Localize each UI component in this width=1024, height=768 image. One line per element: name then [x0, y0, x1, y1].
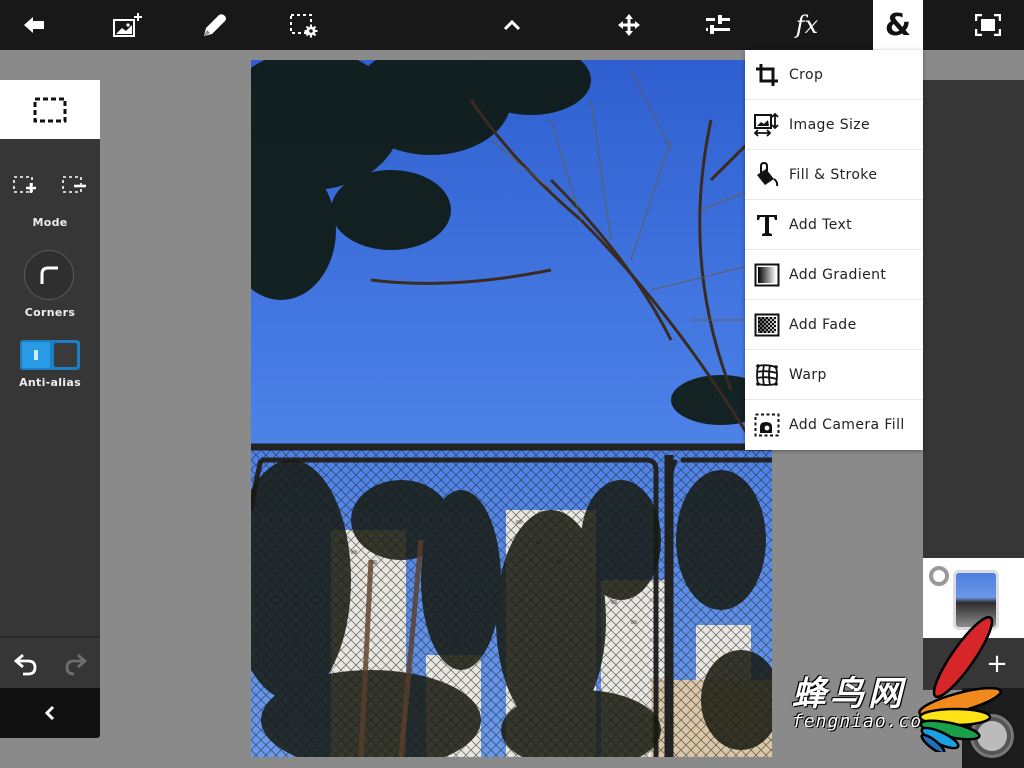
top-toolbar: fx &: [0, 0, 1024, 50]
toggle-on-state: [22, 342, 50, 368]
watermark-logo-icon: [918, 615, 1002, 752]
chevron-up-icon: [503, 19, 521, 31]
rectangle-select-tool[interactable]: [0, 80, 100, 139]
crop-icon: [754, 62, 780, 88]
antialias-toggle[interactable]: [20, 340, 80, 370]
menu-item-label: Warp: [789, 366, 827, 383]
menu-item-add-gradient[interactable]: Add Gradient: [745, 250, 923, 300]
menu-item-crop[interactable]: Crop: [745, 50, 923, 100]
corners-button[interactable]: [24, 250, 74, 300]
image-canvas[interactable]: [251, 60, 772, 757]
rectangle-select-icon: [33, 97, 67, 122]
camera-fill-icon: [754, 412, 780, 438]
menu-item-label: Image Size: [789, 116, 871, 133]
selection-add-icon: [13, 176, 36, 193]
menu-item-image-size[interactable]: Image Size: [745, 100, 923, 150]
back-button[interactable]: [10, 0, 60, 50]
corners-label: Corners: [24, 306, 76, 319]
draw-button[interactable]: [190, 0, 240, 50]
watermark: 蜂鸟网 fengniao.com: [792, 676, 934, 732]
move-icon: [618, 14, 640, 36]
menu-item-label: Add Gradient: [789, 266, 887, 283]
redo-icon: [65, 654, 87, 676]
divider: [0, 636, 100, 638]
watermark-url: fengniao.com: [792, 711, 935, 732]
fullscreen-button[interactable]: [963, 0, 1013, 50]
add-image-button[interactable]: [103, 0, 153, 50]
sliders-icon: [706, 15, 730, 34]
effects-button[interactable]: fx: [782, 0, 832, 50]
menu-item-fill-stroke[interactable]: Fill & Stroke: [745, 150, 923, 200]
layer-selected-radio[interactable]: [929, 566, 949, 586]
selection-settings-icon: [290, 14, 318, 38]
undo-icon: [14, 654, 37, 676]
antialias-label: Anti-alias: [19, 376, 81, 389]
text-icon: [754, 212, 780, 238]
back-icon: [24, 17, 44, 33]
selection-settings-button[interactable]: [279, 0, 329, 50]
mode-label: Mode: [32, 216, 68, 229]
watermark-chinese: 蜂鸟网: [792, 674, 906, 714]
menu-item-add-camera-fill[interactable]: Add Camera Fill: [745, 400, 923, 450]
collapse-toolbar-button[interactable]: [487, 0, 537, 50]
menu-item-warp[interactable]: Warp: [745, 350, 923, 400]
gradient-icon: [754, 262, 780, 288]
fx-icon: fx: [795, 11, 819, 39]
menu-item-label: Add Camera Fill: [789, 417, 905, 433]
pencil-icon: [204, 14, 226, 36]
photo-content: [251, 60, 772, 757]
tool-options-panel: Mode Corners Anti-alias: [0, 80, 100, 690]
warp-icon: [754, 362, 780, 388]
toggle-off-state: [54, 343, 77, 367]
redo-button[interactable]: [60, 652, 90, 678]
adjustments-button[interactable]: [693, 0, 743, 50]
fullscreen-icon: [975, 14, 1001, 36]
add-image-icon: [113, 13, 142, 37]
ampersand-icon: &: [884, 7, 912, 43]
image-size-icon: [754, 112, 780, 138]
selection-subtract-icon: [62, 176, 86, 193]
undo-button[interactable]: [11, 652, 41, 678]
menu-item-add-text[interactable]: Add Text: [745, 200, 923, 250]
selection-subtract-button[interactable]: [59, 172, 89, 198]
paint-bucket-icon: [754, 161, 780, 188]
selection-add-button[interactable]: [10, 172, 40, 198]
menu-item-label: Fill & Stroke: [789, 166, 878, 183]
move-button[interactable]: [604, 0, 654, 50]
collapse-panel-button[interactable]: [0, 688, 100, 738]
more-tools-button[interactable]: &: [873, 0, 923, 50]
fade-icon: [754, 312, 780, 338]
menu-item-label: Add Text: [789, 216, 853, 233]
more-tools-menu: Crop Image Size Fill & Stroke Add Text A…: [745, 50, 923, 450]
menu-item-label: Crop: [789, 66, 824, 83]
rounded-corner-icon: [40, 266, 58, 284]
menu-item-add-fade[interactable]: Add Fade: [745, 300, 923, 350]
chevron-left-icon: [44, 705, 55, 721]
menu-item-label: Add Fade: [789, 316, 857, 333]
